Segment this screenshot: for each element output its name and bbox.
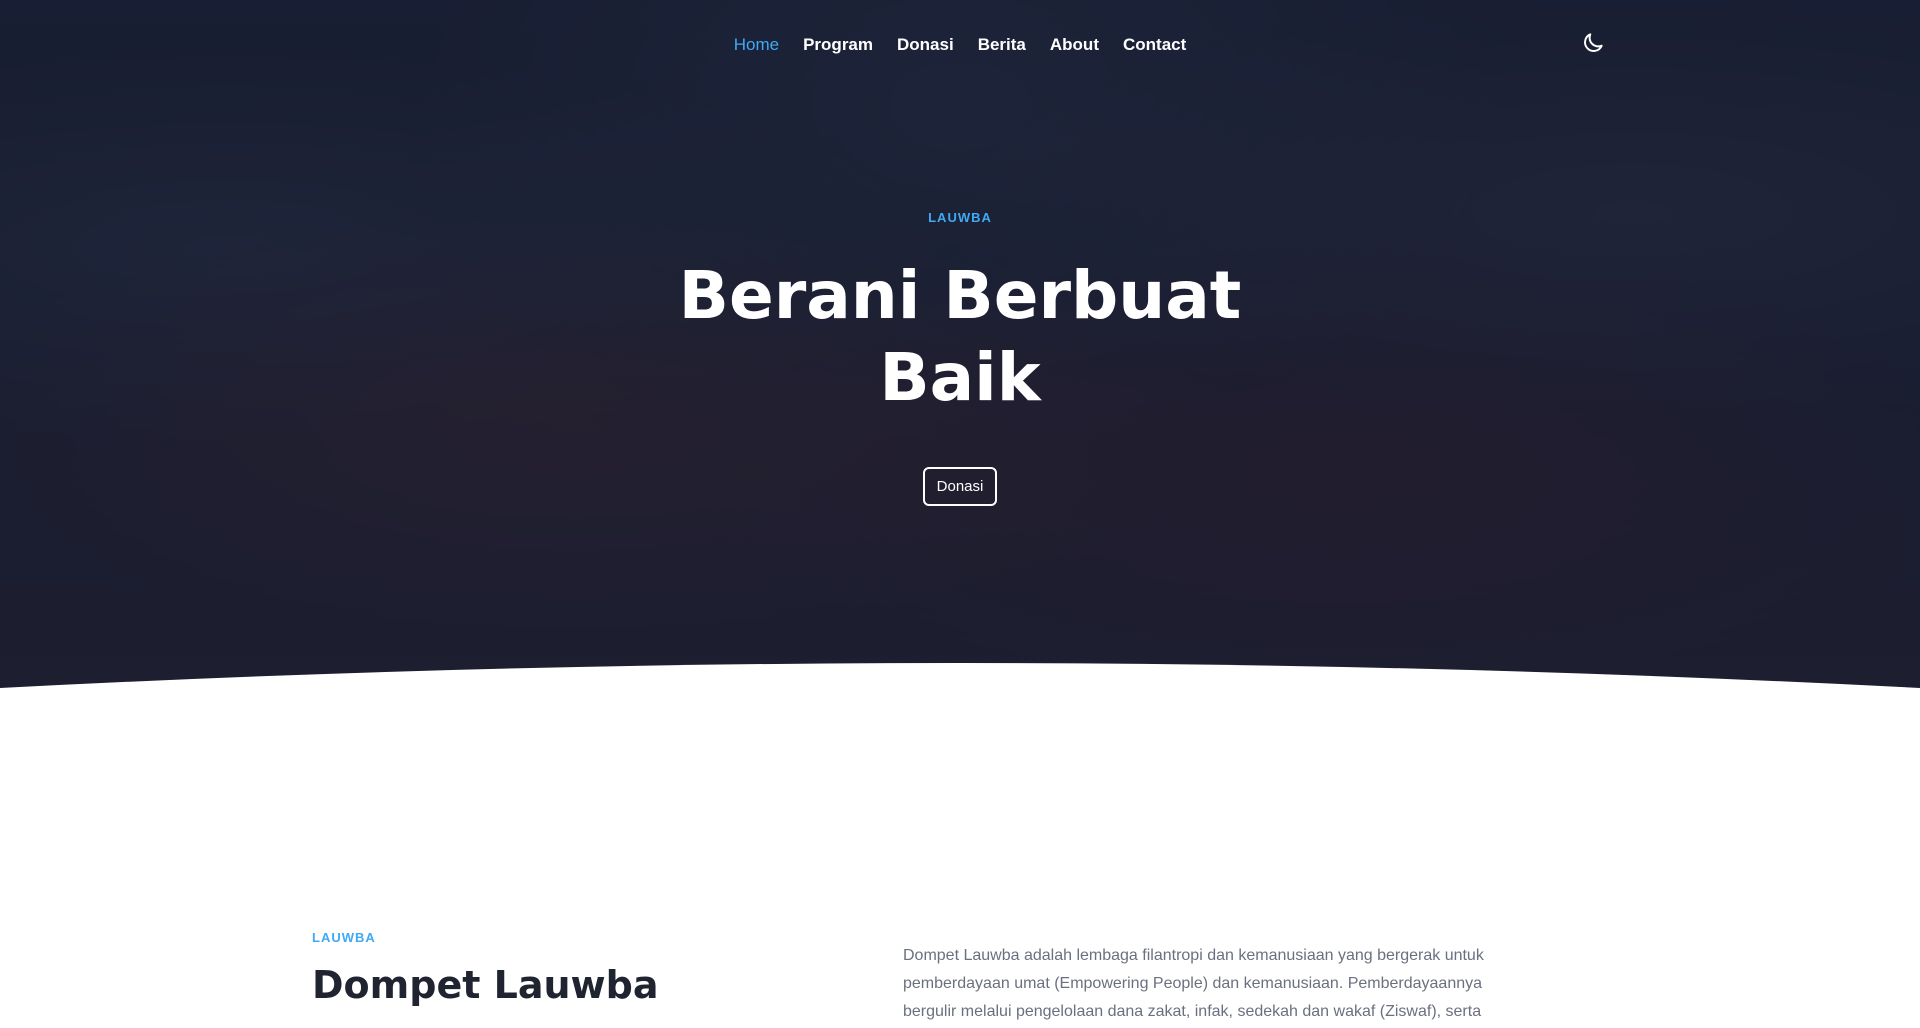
donasi-button[interactable]: Donasi [922,467,998,506]
hero-content: LAUWBA Berani Berbuat Baik Donasi [0,210,1920,506]
hero-title: Berani Berbuat Baik [678,257,1242,416]
moon-icon [1584,33,1603,52]
hero-section: Home Program Donasi Berita About Contact… [0,0,1920,710]
hero-curve-divider [0,663,1920,710]
nav-item-program[interactable]: Program [803,30,873,60]
nav-item-berita[interactable]: Berita [978,30,1026,60]
nav-item-donasi[interactable]: Donasi [897,30,954,60]
about-title: Dompet Lauwba [312,963,659,1007]
about-eyebrow: LAUWBA [312,930,376,945]
nav-item-contact[interactable]: Contact [1123,30,1186,60]
about-heading-block: LAUWBA Dompet Lauwba [312,930,832,1007]
about-description: Dompet Lauwba adalah lembaga filantropi … [903,947,1484,1020]
main-nav: Home Program Donasi Berita About Contact [0,30,1920,60]
nav-item-about[interactable]: About [1050,30,1099,60]
nav-item-home[interactable]: Home [734,30,779,60]
theme-toggle-button[interactable] [1580,30,1606,56]
hero-eyebrow: LAUWBA [928,210,992,225]
about-text-block: Dompet Lauwba adalah lembaga filantropi … [903,942,1533,1026]
